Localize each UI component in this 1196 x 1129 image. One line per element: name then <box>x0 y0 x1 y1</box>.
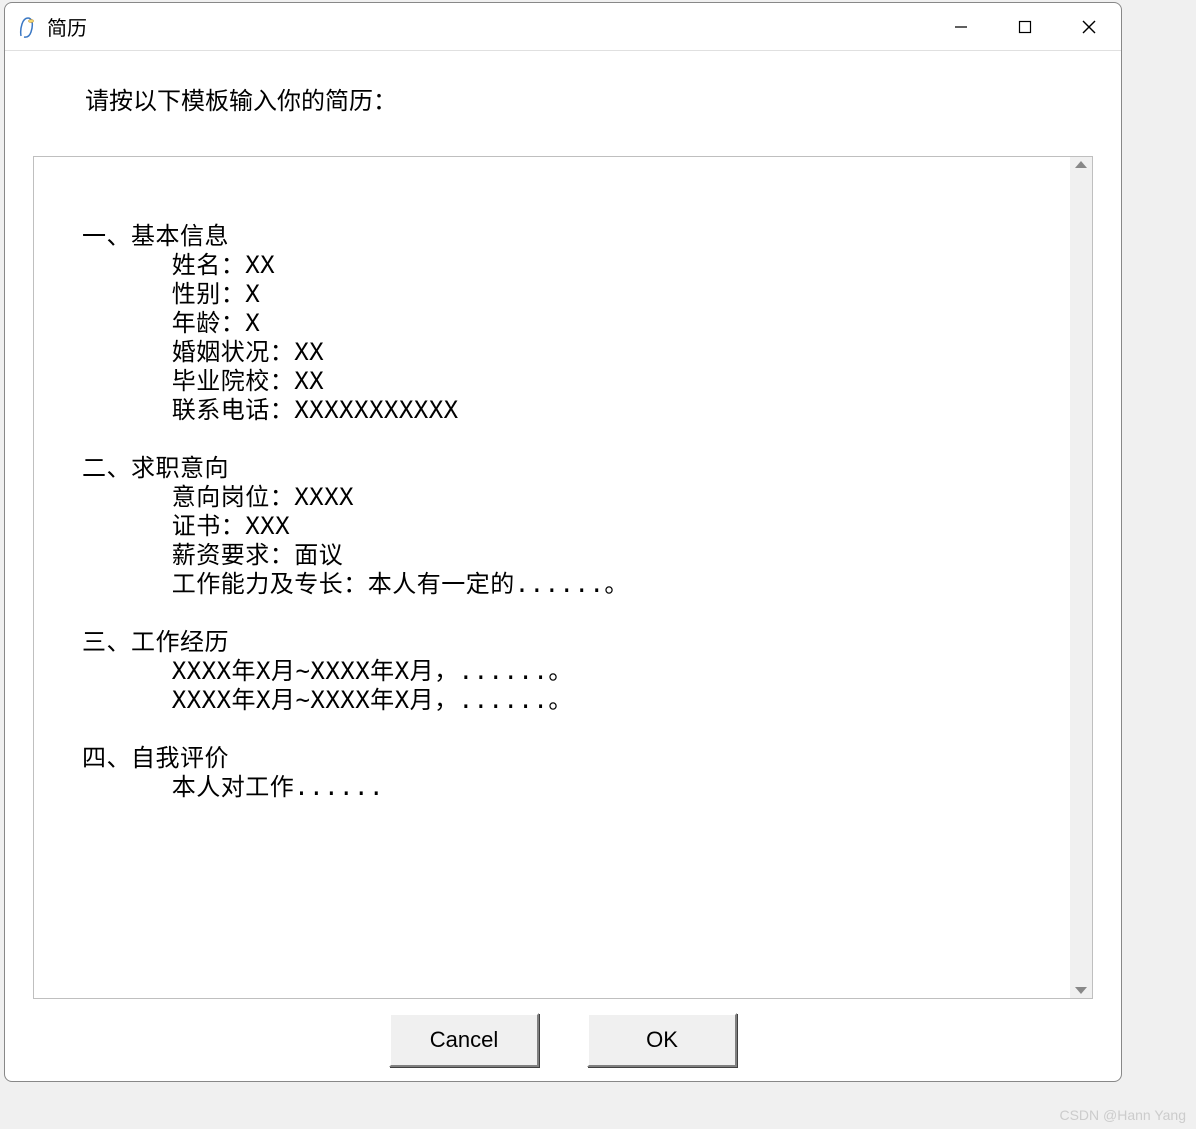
window-controls <box>929 3 1121 50</box>
app-icon <box>17 15 37 39</box>
close-button[interactable] <box>1057 3 1121 50</box>
textarea-container <box>33 156 1093 999</box>
prompt-area: 请按以下模板输入你的简历： <box>5 51 1121 156</box>
cancel-button-label: Cancel <box>430 1027 498 1053</box>
ok-button-label: OK <box>646 1027 678 1053</box>
dialog-content: 请按以下模板输入你的简历： Cancel OK <box>5 51 1121 1081</box>
window-title: 简历 <box>47 12 929 41</box>
watermark-text: CSDN @Hann Yang <box>1059 1107 1186 1123</box>
minimize-button[interactable] <box>929 3 993 50</box>
titlebar: 简历 <box>5 3 1121 51</box>
scroll-up-icon[interactable] <box>1075 161 1087 168</box>
dialog-window: 简历 请按以下模板输入你的简历： Cancel <box>4 2 1122 1082</box>
resume-textarea[interactable] <box>34 157 1070 998</box>
button-row: Cancel OK <box>5 999 1121 1081</box>
prompt-label: 请按以下模板输入你的简历： <box>85 89 397 115</box>
maximize-button[interactable] <box>993 3 1057 50</box>
cancel-button[interactable]: Cancel <box>389 1013 539 1067</box>
vertical-scrollbar[interactable] <box>1070 157 1092 998</box>
scroll-down-icon[interactable] <box>1075 987 1087 994</box>
ok-button[interactable]: OK <box>587 1013 737 1067</box>
